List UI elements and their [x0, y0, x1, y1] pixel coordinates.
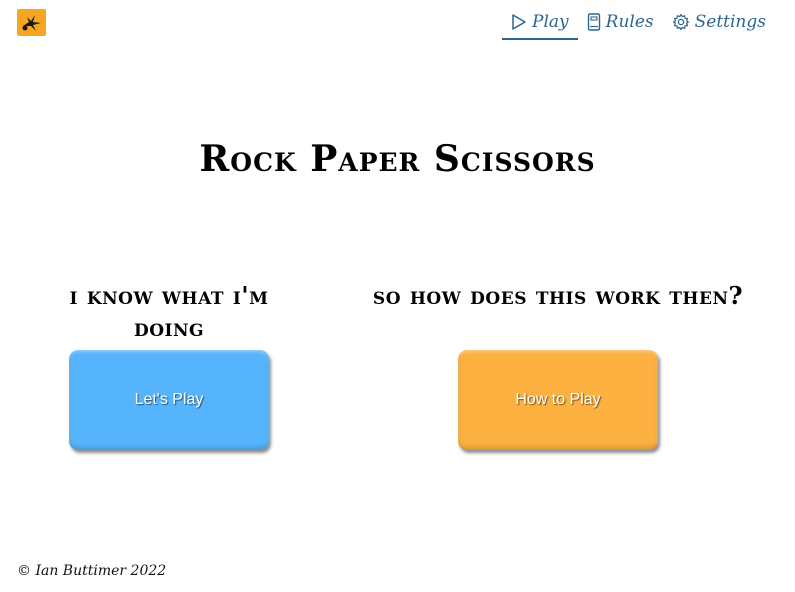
newcomer-column: So how does this work then? — [372, 280, 744, 312]
play-icon — [512, 14, 526, 30]
nav-play[interactable]: Play — [502, 8, 578, 40]
main-nav: Play Rules Settings — [502, 8, 775, 40]
lets-play-button[interactable]: Let's Play — [69, 350, 269, 450]
newcomer-heading: So how does this work then? — [372, 281, 744, 310]
copyright-footer: © Ian Buttimer 2022 — [17, 563, 167, 579]
nav-settings-label: Settings — [694, 12, 766, 32]
nav-settings[interactable]: Settings — [663, 8, 775, 38]
book-icon — [587, 13, 600, 31]
gear-icon — [672, 13, 689, 31]
rock-paper-scissors-logo-icon — [22, 14, 41, 31]
how-to-play-button[interactable]: How to Play — [458, 350, 658, 450]
logo[interactable] — [17, 9, 46, 36]
experienced-heading: I know what I'm doing — [69, 281, 269, 342]
nav-play-label: Play — [532, 12, 569, 32]
nav-rules[interactable]: Rules — [578, 8, 663, 38]
app-page: Play Rules Settings Rock Paper Scissors … — [0, 0, 795, 592]
page-title: Rock Paper Scissors — [199, 138, 596, 180]
nav-rules-label: Rules — [605, 12, 654, 32]
experienced-column: I know what I'm doing — [34, 280, 304, 344]
